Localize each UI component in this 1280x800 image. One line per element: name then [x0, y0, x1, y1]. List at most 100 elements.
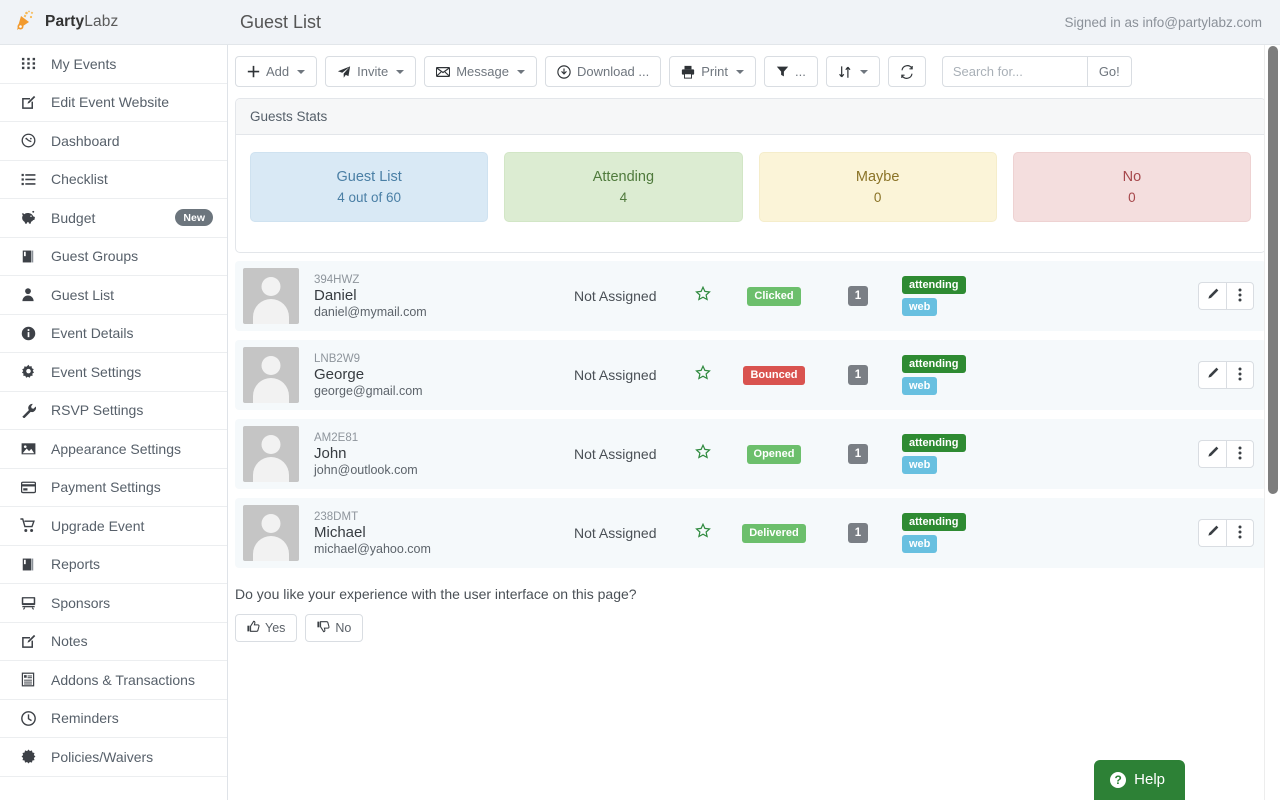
guest-count-cell: 1 — [828, 444, 888, 464]
guest-info: LNB2W9 George george@gmail.com — [314, 353, 574, 398]
stat-card-guest-list[interactable]: Guest List 4 out of 60 — [250, 152, 489, 222]
more-options-button[interactable] — [1226, 519, 1254, 547]
guest-list: 394HWZ Daniel daniel@mymail.com Not Assigne… — [235, 261, 1266, 568]
vertical-dots-icon — [1238, 367, 1242, 384]
stat-card-no[interactable]: No 0 — [1012, 152, 1251, 222]
download-button-label: Download ... — [576, 64, 650, 79]
help-button-label: Help — [1134, 771, 1165, 788]
edit-guest-button[interactable] — [1198, 519, 1226, 547]
list-icon — [18, 170, 38, 188]
seal-icon — [18, 748, 38, 766]
guest-email: george@gmail.com — [314, 383, 423, 398]
favorite-star-button[interactable] — [686, 443, 720, 464]
sidebar-item-rsvp-settings[interactable]: RSVP Settings — [0, 392, 227, 430]
signed-in-label[interactable]: Signed in as info@partylabz.com — [1064, 15, 1280, 30]
sidebar-item-reminders[interactable]: Reminders — [0, 700, 227, 738]
funnel-icon — [776, 65, 789, 78]
sidebar-item-label: Event Settings — [51, 363, 142, 380]
sidebar-item-dashboard[interactable]: Dashboard — [0, 122, 227, 161]
sidebar-item-policies-waivers[interactable]: Policies/Waivers — [0, 738, 227, 777]
sidebar-item-label: Event Details — [51, 325, 134, 342]
avatar — [243, 426, 299, 482]
favorite-star-button[interactable] — [686, 522, 720, 543]
clock-icon — [18, 709, 38, 727]
guest-count-cell: 1 — [828, 365, 888, 385]
sidebar-item-reports[interactable]: Reports — [0, 546, 227, 584]
refresh-button[interactable] — [887, 56, 926, 87]
search-input[interactable] — [941, 56, 1087, 87]
more-options-button[interactable] — [1226, 361, 1254, 389]
brand[interactable]: PartyLabz — [0, 9, 228, 35]
email-status-cell: Opened — [720, 444, 828, 464]
main-content: Add Invite Message Download ... Print ..… — [228, 45, 1280, 800]
stat-card-maybe[interactable]: Maybe 0 — [758, 152, 997, 222]
stat-card-value: 0 — [1128, 190, 1136, 205]
sidebar-item-sponsors[interactable]: Sponsors — [0, 584, 227, 623]
search-group: Go! — [941, 56, 1132, 87]
chevron-down-icon — [396, 69, 405, 74]
sidebar-item-upgrade-event[interactable]: Upgrade Event — [0, 507, 227, 546]
gear-icon — [18, 363, 38, 381]
star-icon — [695, 285, 711, 306]
sidebar-item-appearance-settings[interactable]: Appearance Settings — [0, 430, 227, 469]
guest-row[interactable]: 394HWZ Daniel daniel@mymail.com Not Assigne… — [235, 261, 1266, 331]
sidebar-item-label: Budget — [51, 209, 96, 226]
rsvp-status-cell: attending web — [888, 434, 1000, 474]
sidebar-item-guest-groups[interactable]: Guest Groups — [0, 238, 227, 276]
sort-button[interactable] — [825, 56, 880, 87]
page-title: Guest List — [240, 11, 322, 32]
pencil-square-icon — [18, 632, 38, 650]
add-button[interactable]: Add — [235, 56, 318, 87]
page-scrollbar-thumb[interactable] — [1268, 46, 1278, 494]
email-status-badge: Opened — [746, 444, 802, 464]
partylabz-logo-icon — [12, 9, 38, 35]
guest-row[interactable]: 238DMT Michael michael@yahoo.com Not Assign… — [235, 498, 1266, 568]
guest-row[interactable]: AM2E81 John john@outlook.com Not Assigned Op… — [235, 419, 1266, 489]
sidebar-item-budget[interactable]: Budget New — [0, 199, 227, 238]
edit-guest-button[interactable] — [1198, 440, 1226, 468]
sidebar-item-payment-settings[interactable]: Payment Settings — [0, 469, 227, 507]
sidebar-item-event-details[interactable]: Event Details — [0, 315, 227, 353]
chevron-down-icon — [859, 69, 868, 74]
sidebar-item-checklist[interactable]: Checklist — [0, 161, 227, 199]
sidebar-item-label: Notes — [51, 633, 88, 650]
guest-row[interactable]: LNB2W9 George george@gmail.com Not Assigned… — [235, 340, 1266, 410]
sidebar-item-my-events[interactable]: My Events — [0, 45, 227, 84]
sidebar-item-edit-event-website[interactable]: Edit Event Website — [0, 84, 227, 122]
thumbs-down-icon — [317, 620, 330, 636]
stat-card-title: No — [1122, 169, 1142, 185]
vertical-dots-icon — [1238, 525, 1242, 542]
favorite-star-button[interactable] — [686, 364, 720, 385]
search-go-button[interactable]: Go! — [1086, 56, 1132, 87]
page-scrollbar-track[interactable] — [1264, 45, 1280, 800]
feedback-no-button[interactable]: No — [305, 614, 364, 642]
sidebar-item-addons-transactions[interactable]: Addons & Transactions — [0, 661, 227, 700]
sidebar-item-guest-list[interactable]: Guest List — [0, 276, 227, 315]
print-button-label: Print — [701, 64, 728, 79]
pencil-square-icon — [18, 93, 38, 111]
invite-button[interactable]: Invite — [325, 56, 417, 87]
filter-button[interactable]: ... — [763, 56, 818, 87]
download-button[interactable]: Download ... — [544, 56, 662, 87]
email-status-badge: Bounced — [743, 365, 805, 385]
guest-email: john@outlook.com — [314, 462, 418, 477]
sidebar-item-label: Dashboard — [51, 132, 120, 149]
stat-card-attending[interactable]: Attending 4 — [504, 152, 743, 222]
print-button[interactable]: Print — [669, 56, 756, 87]
feedback-no-label: No — [335, 621, 352, 635]
feedback-yes-button[interactable]: Yes — [235, 614, 298, 642]
help-button[interactable]: ? Help — [1094, 760, 1185, 800]
row-actions — [1198, 361, 1254, 389]
favorite-star-button[interactable] — [686, 285, 720, 306]
toolbar: Add Invite Message Download ... Print ..… — [228, 45, 1280, 98]
guest-name: John — [314, 444, 347, 462]
sidebar-item-event-settings[interactable]: Event Settings — [0, 353, 227, 392]
sidebar-item-notes[interactable]: Notes — [0, 623, 227, 661]
guest-info: 394HWZ Daniel daniel@mymail.com — [314, 274, 574, 319]
more-options-button[interactable] — [1226, 282, 1254, 310]
more-options-button[interactable] — [1226, 440, 1254, 468]
message-button[interactable]: Message — [424, 56, 537, 87]
sidebar-item-label: Upgrade Event — [51, 517, 145, 534]
edit-guest-button[interactable] — [1198, 282, 1226, 310]
edit-guest-button[interactable] — [1198, 361, 1226, 389]
